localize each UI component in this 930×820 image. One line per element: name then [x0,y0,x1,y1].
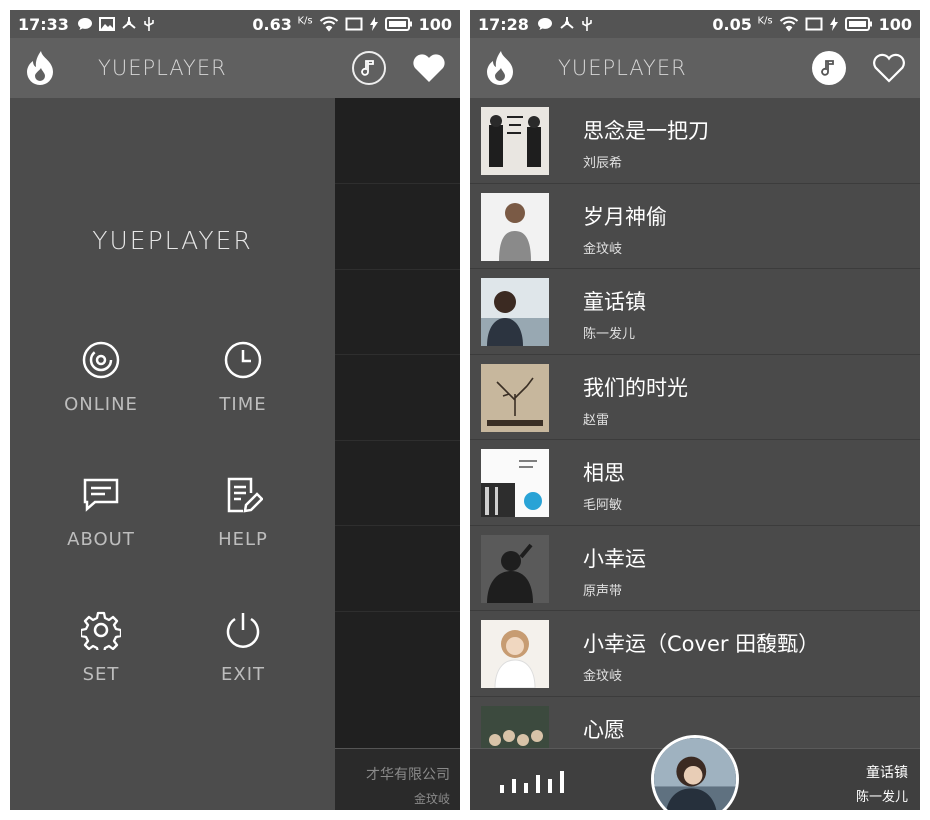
message-icon [77,18,92,30]
network-speed-unit: K/s [757,15,773,27]
edit-doc-icon [227,477,264,513]
flame-logo-icon[interactable] [484,50,516,86]
song-title: 岁月神偷 [583,204,667,229]
favorites-button[interactable] [412,51,446,85]
chat-icon [83,478,119,512]
song-row[interactable]: 相思 毛阿敏 [470,440,920,526]
screen-icon [345,17,363,31]
message-icon [537,18,552,30]
footer-title: 才华有限公司 [366,767,450,783]
menu-label-help: HELP [218,529,268,550]
menu-item-online[interactable]: ONLINE [46,340,156,415]
menu-label-set: SET [82,664,120,685]
network-speed: 0.63 [252,14,292,34]
album-cover-image [481,620,549,688]
phone-screen-drawer: 17:33 0.63 K/s 100 YUEPLAYER 才华有限公司 金玟岐 … [10,10,460,810]
battery-level: 100 [878,14,912,34]
equalizer-icon[interactable] [500,769,564,793]
song-row[interactable]: 我们的时光 赵雷 [470,355,920,440]
music-note-icon [361,60,374,76]
gallery-icon [98,17,115,31]
usb-icon [144,17,154,31]
favorites-button[interactable] [872,51,906,85]
song-title: 我们的时光 [583,375,688,400]
app-title: YUEPLAYER [558,56,687,80]
song-title: 思念是一把刀 [583,119,709,143]
menu-item-help[interactable]: HELP [188,475,298,550]
share-node-icon [560,17,574,29]
menu-item-about[interactable]: ABOUT [46,475,156,550]
gear-icon [79,611,123,655]
song-artist: 原声带 [583,583,623,599]
battery-icon [384,17,412,31]
screen-icon [805,17,823,31]
song-title: 小幸运（Cover 田馥甄） [583,632,820,656]
album-cover-image [481,192,549,261]
song-row[interactable]: 小幸运 原声带 [470,526,920,611]
menu-label-time: TIME [219,394,267,415]
usb-icon [582,17,592,31]
song-artist: 金玟岐 [583,241,623,257]
menu-item-set[interactable]: SET [46,610,156,685]
music-note-icon [821,60,834,76]
power-icon [226,613,260,648]
song-title: 小幸运 [583,546,646,571]
song-row[interactable]: 思念是一把刀 刘辰希 [470,98,920,184]
album-cover-image [481,278,549,346]
status-bar: 17:33 0.63 K/s 100 [10,10,460,38]
song-list-overlay: 才华有限公司 金玟岐 [335,98,460,810]
status-time: 17:28 [478,14,529,34]
song-artist: 毛阿敏 [583,498,623,513]
album-cover-image [481,705,549,748]
song-row[interactable]: 小幸运（Cover 田馥甄） 金玟岐 [470,611,920,697]
song-artist: 赵雷 [583,412,610,428]
drawer-title: YUEPLAYER [92,226,253,255]
battery-icon [844,17,872,31]
menu-item-exit[interactable]: EXIT [188,610,298,685]
status-time: 17:33 [18,14,69,34]
app-title: YUEPLAYER [98,56,227,80]
song-row[interactable]: 岁月神偷 金玟岐 [470,184,920,269]
heart-outline-icon [873,53,905,83]
song-title: 心愿 [583,717,625,742]
song-row[interactable]: 童话镇 陈一发儿 [470,269,920,355]
navigation-drawer: YUEPLAYER ONLINE TIME ABOUT HELP SET EXI… [10,98,335,810]
menu-label-about: ABOUT [67,529,135,550]
song-artist: 金玟岐 [583,669,623,684]
music-list-button[interactable] [812,51,846,85]
album-cover-image [481,449,549,517]
clock-icon [224,341,262,379]
network-speed-unit: K/s [297,15,313,27]
wifi-icon [779,16,798,32]
footer-artist: 金玟岐 [413,792,450,806]
app-bar: YUEPLAYER [470,38,920,98]
song-title: 童话镇 [583,290,646,314]
drawer-footer: 才华有限公司 金玟岐 [366,764,450,807]
album-cover-image [481,107,549,175]
share-node-icon [122,17,136,29]
phone-screen-songlist: 17:28 0.05 K/s 100 YUEPLAYER 思念是一把刀 刘辰希 … [470,10,920,810]
app-bar: YUEPLAYER [10,38,460,98]
song-artist: 陈一发儿 [583,327,636,342]
menu-label-online: ONLINE [64,394,138,415]
heart-icon [413,54,445,82]
song-artist: 刘辰希 [583,156,623,171]
flame-logo-icon[interactable] [24,50,56,86]
song-list: 思念是一把刀 刘辰希 岁月神偷 金玟岐 童话镇 陈一发儿 我们的时光 赵雷 相思… [470,98,920,748]
menu-item-time[interactable]: TIME [188,340,298,415]
disc-icon [82,341,120,379]
now-playing-title: 童话镇 [866,765,908,781]
network-speed: 0.05 [712,14,752,34]
album-cover-image [481,363,549,432]
album-cover-image [481,534,549,603]
wifi-icon [319,16,338,32]
charging-icon [829,17,838,31]
battery-level: 100 [418,14,452,34]
now-playing-artist: 陈一发儿 [855,790,908,805]
menu-label-exit: EXIT [220,664,265,685]
song-title: 相思 [583,461,625,485]
status-bar: 17:28 0.05 K/s 100 [470,10,920,38]
charging-icon [369,17,378,31]
music-list-button[interactable] [352,51,386,85]
